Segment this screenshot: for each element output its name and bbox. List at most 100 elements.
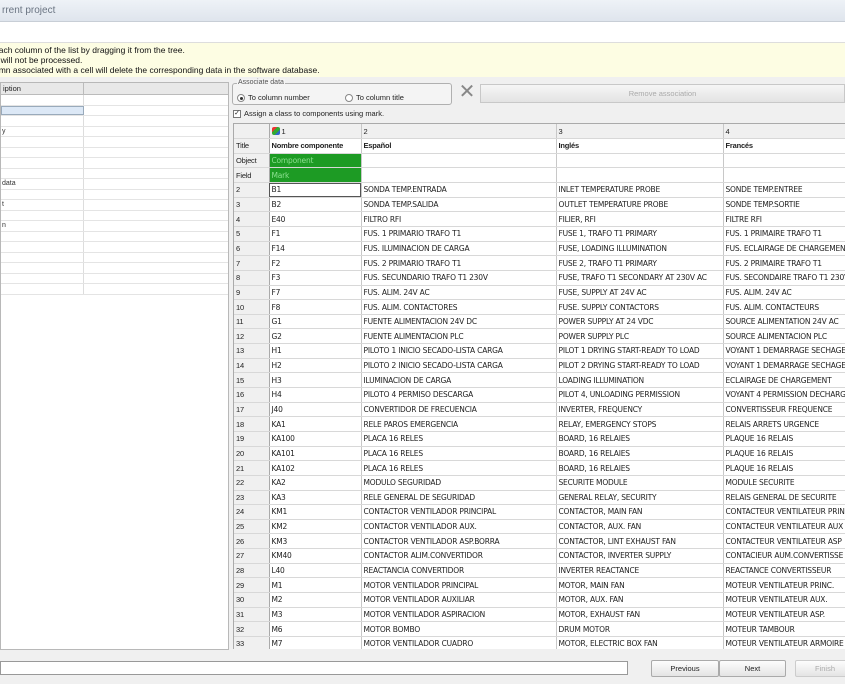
table-cell[interactable]: CONTACTOR, AUX. FAN <box>556 519 724 535</box>
table-cell[interactable]: MOTEUR VENTILATEUR ASP. <box>723 607 845 623</box>
column-title-cell[interactable]: Francés <box>723 138 845 154</box>
table-cell[interactable]: MOTOR BOMBO <box>361 621 557 637</box>
table-cell[interactable]: H3 <box>269 372 362 389</box>
table-cell[interactable]: PLAQUE 16 RELAIS <box>723 431 845 447</box>
table-cell[interactable]: FUS. ALIM. CONTACTEURS <box>723 299 845 315</box>
data-grid[interactable]: 1 2 3 4 Title Nombre componente Español … <box>233 123 845 649</box>
column-number-cell[interactable]: 1 <box>269 124 362 140</box>
table-cell[interactable]: BOARD, 16 RELAIES <box>556 446 724 462</box>
table-cell[interactable]: E40 <box>269 211 362 227</box>
table-cell[interactable]: H1 <box>269 343 362 359</box>
table-cell[interactable]: PLACA 16 RELES <box>361 446 557 462</box>
table-cell[interactable]: ILUMINACION DE CARGA <box>361 372 557 389</box>
table-cell[interactable]: PILOTO 2 INICIO SECADO-LISTA CARGA <box>361 358 557 374</box>
table-cell[interactable]: CONTACTEUR VENTILATEUR AUX <box>723 519 845 535</box>
table-cell[interactable]: INLET TEMPERATURE PROBE <box>556 182 724 198</box>
table-cell[interactable]: KA100 <box>269 431 362 447</box>
table-cell[interactable]: VOYANT 1 DEMARRAGE SECHAGE <box>723 358 845 374</box>
table-cell[interactable]: L40 <box>269 563 362 579</box>
table-cell[interactable]: FUS. SECUNDARIO TRAFO T1 230V <box>361 270 557 286</box>
table-cell[interactable]: FUS. ECLAIRAGE DE CHARGEMENT <box>723 241 845 257</box>
table-cell[interactable]: F14 <box>269 241 362 257</box>
column-title-cell[interactable]: Español <box>361 138 557 154</box>
table-cell[interactable]: PLAQUE 16 RELAIS <box>723 460 845 476</box>
table-cell[interactable]: INVERTER REACTANCE <box>556 563 724 579</box>
table-cell[interactable]: GENERAL RELAY, SECURITY <box>556 490 724 506</box>
table-cell[interactable]: SOURCE ALIMENTATION 24V AC <box>723 314 845 330</box>
table-cell[interactable]: MOTEUR TAMBOUR <box>723 621 845 637</box>
table-cell[interactable]: FUS. ALIM. CONTACTORES <box>361 299 557 315</box>
table-cell[interactable]: MOTOR, AUX. FAN <box>556 592 724 608</box>
table-cell[interactable]: KM2 <box>269 519 362 535</box>
table-cell[interactable]: FUENTE ALIMENTACION PLC <box>361 328 557 345</box>
table-cell[interactable]: SONDA TEMP.SALIDA <box>361 197 557 213</box>
table-cell[interactable]: B2 <box>269 197 362 213</box>
table-cell[interactable]: FUENTE ALIMENTACION 24V DC <box>361 314 557 330</box>
table-cell[interactable]: CONTACTEUR VENTILATEUR PRIN <box>723 504 845 520</box>
table-cell[interactable]: SONDA TEMP.ENTRADA <box>361 182 557 198</box>
table-cell[interactable]: FUS. 1 PRIMAIRE TRAFO T1 <box>723 226 845 242</box>
table-cell[interactable]: MOTEUR VENTILATEUR ARMOIRE <box>723 636 845 649</box>
table-cell[interactable]: BOARD, 16 RELAIES <box>556 460 724 476</box>
tree-item[interactable] <box>1 168 228 179</box>
field-cell[interactable] <box>723 167 845 184</box>
table-cell[interactable]: F7 <box>269 285 362 301</box>
table-cell[interactable]: FUS. ALIM. 24V AC <box>723 285 845 301</box>
object-cell[interactable] <box>361 153 557 169</box>
table-cell[interactable]: VOYANT 1 DEMARRAGE SECHAGE <box>723 343 845 359</box>
table-cell[interactable]: KA2 <box>269 475 362 491</box>
table-cell[interactable]: CONTACTOR VENTILADOR AUX. <box>361 519 557 535</box>
table-cell[interactable]: CONTACTOR, LINT EXHAUST FAN <box>556 533 724 550</box>
table-cell[interactable]: RELAIS ARRETS URGENCE <box>723 416 845 432</box>
table-cell[interactable]: FUS. ALIM. 24V AC <box>361 285 557 301</box>
table-cell[interactable]: POWER SUPPLY AT 24 VDC <box>556 314 724 330</box>
table-cell[interactable]: FUSE 2, TRAFO T1 PRIMARY <box>556 255 724 271</box>
column-number-cell[interactable]: 4 <box>723 124 845 140</box>
table-cell[interactable]: DRUM MOTOR <box>556 621 724 637</box>
table-cell[interactable]: M2 <box>269 592 362 608</box>
table-cell[interactable]: MOTEUR VENTILATEUR PRINC. <box>723 577 845 593</box>
table-cell[interactable]: KM40 <box>269 548 362 564</box>
table-cell[interactable]: FUSE 1, TRAFO T1 PRIMARY <box>556 226 724 242</box>
table-cell[interactable]: LOADING ILLUMINATION <box>556 372 724 389</box>
table-cell[interactable]: CONTACTOR, INVERTER SUPPLY <box>556 548 724 564</box>
table-cell[interactable]: MOTOR VENTILADOR CUADRO <box>361 636 557 649</box>
table-cell[interactable]: PILOT 4, UNLOADING PERMISSION <box>556 387 724 403</box>
tree-item[interactable]: n <box>1 221 228 232</box>
table-cell[interactable]: MOTOR, EXHAUST FAN <box>556 607 724 623</box>
tree-item[interactable] <box>1 105 228 116</box>
table-cell[interactable]: SECURITE MODULE <box>556 475 724 491</box>
table-cell[interactable]: F3 <box>269 270 362 286</box>
table-cell[interactable]: KA1 <box>269 416 362 432</box>
column-number-cell[interactable]: 2 <box>361 124 557 140</box>
table-cell[interactable]: MOTOR VENTILADOR ASPIRACION <box>361 607 557 623</box>
table-cell[interactable]: FILTRE RFI <box>723 211 845 227</box>
table-cell[interactable]: PILOTO 1 INICIO SECADO-LISTA CARGA <box>361 343 557 359</box>
table-cell[interactable]: MOTOR VENTILADOR PRINCIPAL <box>361 577 557 593</box>
field-cell[interactable] <box>361 167 557 184</box>
finish-button[interactable]: Finish <box>795 660 845 677</box>
tree-item[interactable] <box>1 147 228 158</box>
table-cell[interactable]: F2 <box>269 255 362 271</box>
table-cell[interactable]: MODULO SEGURIDAD <box>361 475 557 491</box>
table-cell[interactable]: SONDE TEMP.ENTREE <box>723 182 845 198</box>
table-cell[interactable]: G1 <box>269 314 362 330</box>
table-cell[interactable]: MOTOR VENTILADOR AUXILIAR <box>361 592 557 608</box>
table-cell[interactable]: KM3 <box>269 533 362 550</box>
tree-item[interactable] <box>1 242 228 253</box>
table-cell[interactable]: ECLAIRAGE DE CHARGEMENT <box>723 372 845 389</box>
table-cell[interactable]: POWER SUPPLY PLC <box>556 328 724 345</box>
column-title-cell[interactable]: Nombre componente <box>269 138 362 154</box>
column-number-cell[interactable]: 3 <box>556 124 724 140</box>
table-cell[interactable]: CONTACTOR VENTILADOR PRINCIPAL <box>361 504 557 520</box>
clear-icon[interactable]: ✕ <box>457 82 477 103</box>
previous-button[interactable]: Previous <box>651 660 719 677</box>
table-cell[interactable]: H4 <box>269 387 362 403</box>
table-cell[interactable]: FILTRO RFI <box>361 211 557 227</box>
table-cell[interactable]: MODULE SECURITE <box>723 475 845 491</box>
tree-item[interactable] <box>1 273 228 284</box>
table-cell[interactable]: CONVERTISSEUR FREQUENCE <box>723 402 845 418</box>
table-cell[interactable]: PILOT 2 DRYING START-READY TO LOAD <box>556 358 724 374</box>
table-cell[interactable]: G2 <box>269 328 362 345</box>
object-cell[interactable] <box>723 153 845 169</box>
